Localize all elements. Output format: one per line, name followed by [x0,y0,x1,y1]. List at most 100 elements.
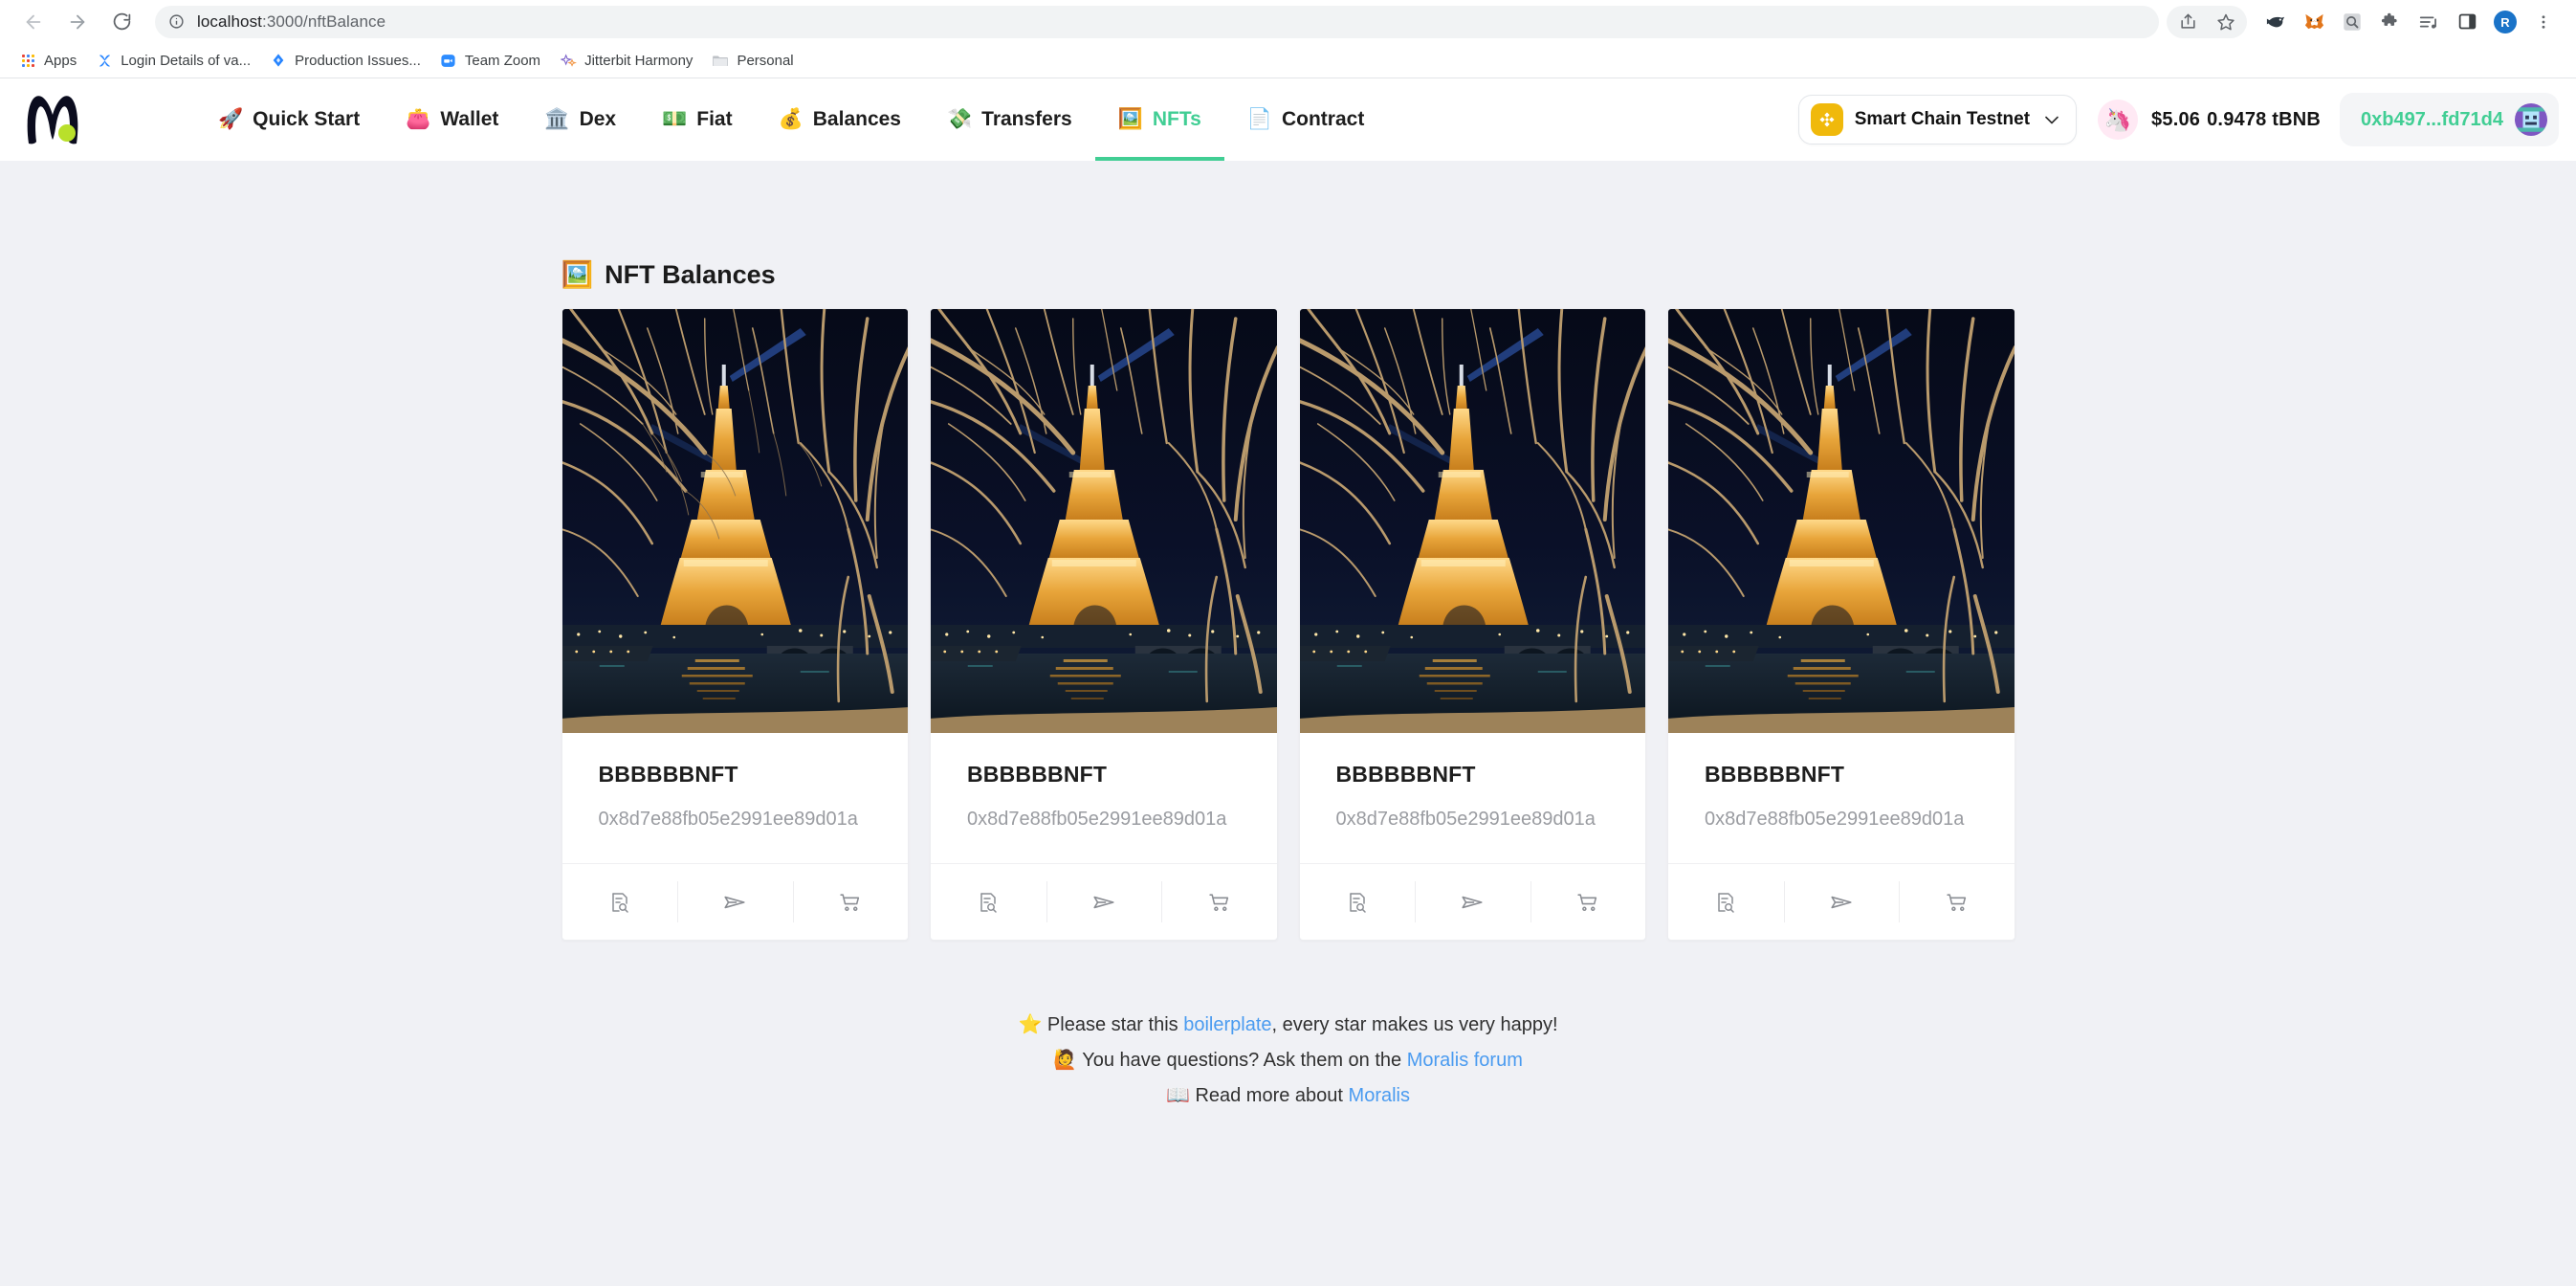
page-icon: 📄 [1246,108,1272,130]
bookmark-label: Production Issues... [295,52,421,69]
nav-item-contract[interactable]: 📄 Contract [1224,78,1388,161]
chevron-down-icon [2045,112,2059,128]
bookmark-personal-folder[interactable]: Personal [702,47,803,74]
nav-item-quick-start[interactable]: 🚀 Quick Start [195,78,383,161]
forward-arrow-icon[interactable] [57,2,98,42]
money-bag-icon: 💰 [778,108,804,130]
site-info-icon[interactable] [168,13,185,30]
raising-hand-icon: 🙋 [1053,1050,1078,1071]
url-path: :3000/nftBalance [262,11,386,31]
moralis-link[interactable]: Moralis [1349,1085,1410,1106]
footer-line-star: ⭐ Please star this boilerplate, every st… [1018,1008,1557,1043]
app-header: 🚀 Quick Start 👛 Wallet 🏛️ Dex 💵 Fiat 💰 B… [0,78,2576,161]
nav-item-dex[interactable]: 🏛️ Dex [521,78,639,161]
view-metadata-button[interactable] [931,864,1046,940]
transfer-nft-button[interactable] [1783,864,1900,940]
bookmarks-bar: Apps Login Details of va... Production I… [0,43,2576,78]
account-button[interactable]: 0xb497...fd71d4 [2340,93,2559,146]
page-footer: ⭐ Please star this boilerplate, every st… [1018,1008,1557,1114]
side-panel-icon[interactable] [2448,3,2486,41]
view-metadata-button[interactable] [1300,864,1416,940]
address-bar[interactable]: localhost:3000/nftBalance [155,5,2159,38]
nft-name: BBBBBBNFT [1335,762,1476,787]
folder-icon [712,52,729,69]
app-header-right: Smart Chain Testnet 🦄 $5.06 0.9478 tBNB 0… [1797,78,2559,161]
nft-card[interactable]: BBBBBBNFT 0x8d7e88fb05e2991ee89d01a [930,308,1278,941]
boilerplate-link[interactable]: boilerplate [1183,1014,1271,1035]
footer-text: , every star makes us very happy! [1271,1014,1558,1035]
nft-card-actions [1668,863,2015,940]
sell-nft-button[interactable] [1530,864,1646,940]
nav-item-transfers[interactable]: 💸 Transfers [924,78,1095,161]
footer-text: You have questions? Ask them on the [1082,1050,1407,1071]
metamask-extension-icon[interactable] [2295,3,2333,41]
bookmark-apps[interactable]: Apps [10,47,86,74]
shopping-cart-icon [1209,894,1228,912]
bookmark-production-issues[interactable]: Production Issues... [260,47,430,74]
nav-item-balances[interactable]: 💰 Balances [756,78,924,161]
nft-card-actions [931,863,1277,940]
share-icon[interactable] [2169,3,2207,41]
metadata-search-icon [1350,892,1366,913]
extensions-puzzle-icon[interactable] [2371,3,2410,41]
nft-card-body: BBBBBBNFT 0x8d7e88fb05e2991ee89d01a [1300,733,1646,863]
open-book-icon: 📖 [1165,1085,1190,1106]
nft-card[interactable]: BBBBBBNFT 0x8d7e88fb05e2991ee89d01a [1667,308,2015,941]
nav-item-fiat[interactable]: 💵 Fiat [639,78,756,161]
sell-nft-button[interactable] [1161,864,1277,940]
send-plane-icon [724,896,745,908]
framed-picture-icon: 🖼️ [561,260,594,289]
moralis-logo[interactable] [21,90,90,149]
zoom-camera-icon [440,52,457,69]
nft-card[interactable]: BBBBBBNFT 0x8d7e88fb05e2991ee89d01a [561,308,909,941]
transfer-nft-button[interactable] [1046,864,1162,940]
banknote-icon: 💵 [662,108,688,130]
chain-selector[interactable]: Smart Chain Testnet [1797,95,2078,144]
jitterbit-star-icon [560,52,577,69]
bookmark-login-details[interactable]: Login Details of va... [86,47,260,74]
balance-native: 0.9478 tBNB [2207,108,2322,130]
moralis-forum-link[interactable]: Moralis forum [1407,1050,1523,1071]
browser-toolbar-icons: R [2167,3,2563,41]
view-metadata-button[interactable] [562,864,678,940]
ethereum-wallet-extension-icon[interactable] [2257,3,2295,41]
confluence-x-icon [96,52,113,69]
chrome-menu-icon[interactable] [2524,3,2563,41]
share-bookmark-group [2167,3,2247,41]
wallet-balance: 🦄 $5.06 0.9478 tBNB [2098,100,2321,140]
metadata-search-icon [980,892,997,913]
nft-card-grid: BBBBBBNFT 0x8d7e88fb05e2991ee89d01a BBBB… [561,308,2015,941]
sell-nft-button[interactable] [792,864,909,940]
balance-text: $5.06 0.9478 tBNB [2151,109,2321,131]
rocket-icon: 🚀 [218,108,244,130]
transfer-nft-button[interactable] [677,864,793,940]
profile-avatar-icon[interactable]: R [2486,3,2524,41]
view-metadata-button[interactable] [1668,864,1784,940]
nft-address: 0x8d7e88fb05e2991ee89d01a [967,809,1227,830]
nft-name: BBBBBBNFT [1705,762,1845,787]
reload-icon[interactable] [101,2,142,42]
page-title: 🖼️ NFT Balances [561,259,2015,290]
nft-address: 0x8d7e88fb05e2991ee89d01a [1335,809,1596,830]
bookmark-jitterbit-harmony[interactable]: Jitterbit Harmony [550,47,702,74]
nft-card[interactable]: BBBBBBNFT 0x8d7e88fb05e2991ee89d01a [1298,308,1646,941]
main-navigation: 🚀 Quick Start 👛 Wallet 🏛️ Dex 💵 Fiat 💰 B… [195,78,1387,161]
bookmark-star-icon[interactable] [2207,3,2245,41]
back-arrow-icon[interactable] [13,2,54,42]
nft-name: BBBBBBNFT [598,762,738,787]
nft-image [931,309,1277,733]
search-extension-icon[interactable] [2333,3,2371,41]
bookmark-label: Jitterbit Harmony [584,52,694,69]
nft-card-body: BBBBBBNFT 0x8d7e88fb05e2991ee89d01a [931,733,1277,863]
nav-item-nfts[interactable]: 🖼️ NFTs [1094,78,1224,161]
shopping-cart-icon [1947,894,1966,912]
sell-nft-button[interactable] [1899,864,2015,940]
reading-list-icon[interactable] [2410,3,2448,41]
nav-item-wallet[interactable]: 👛 Wallet [383,78,521,161]
bookmark-team-zoom[interactable]: Team Zoom [430,47,550,74]
shopping-cart-icon [840,894,860,912]
browser-toolbar: localhost:3000/nftBalance R [0,0,2576,43]
nft-address: 0x8d7e88fb05e2991ee89d01a [598,809,858,830]
transfer-nft-button[interactable] [1415,864,1530,940]
footer-text: Please star this [1046,1014,1184,1035]
